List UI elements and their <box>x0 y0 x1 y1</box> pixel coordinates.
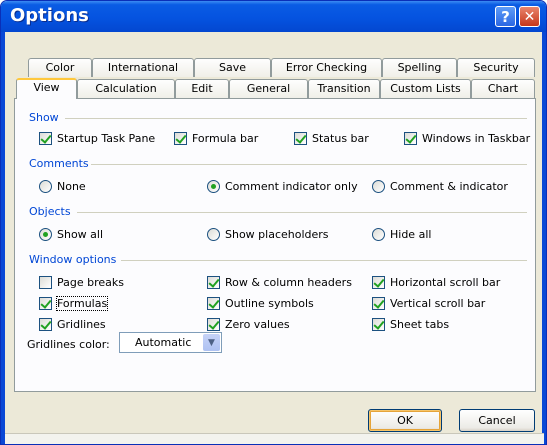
gridlines-checkbox[interactable]: Gridlines <box>39 316 106 332</box>
checkbox-label: Vertical scroll bar <box>390 296 486 310</box>
checkbox-box[interactable] <box>372 275 385 289</box>
radio-circle[interactable] <box>372 179 385 193</box>
group-divider-objects <box>77 212 527 213</box>
comments-none-radio[interactable]: None <box>39 178 86 194</box>
radio-circle[interactable] <box>207 227 220 241</box>
options-dialog: Options ? ✕ Color International Save Err… <box>0 0 547 445</box>
radio-label: Comment & indicator <box>390 179 508 193</box>
page-breaks-checkbox[interactable]: Page breaks <box>39 274 124 290</box>
group-label-comments: Comments <box>29 157 89 170</box>
chevron-down-icon[interactable]: ▼ <box>203 334 220 351</box>
group-label-show: Show <box>29 111 59 124</box>
radio-circle[interactable] <box>372 227 385 241</box>
objects-hide-all-radio[interactable]: Hide all <box>372 226 431 242</box>
checkbox-box[interactable] <box>372 317 385 331</box>
checkbox-box[interactable] <box>207 275 220 289</box>
comment-and-indicator-radio[interactable]: Comment & indicator <box>372 178 508 194</box>
startup-task-pane-checkbox[interactable]: Startup Task Pane <box>39 130 155 146</box>
gridlines-color-value: Automatic <box>135 336 192 349</box>
checkbox-box[interactable] <box>404 131 417 145</box>
gridlines-color-select[interactable]: Automatic ▼ <box>119 332 222 353</box>
checkbox-label: Startup Task Pane <box>57 131 156 145</box>
checkbox-label: Horizontal scroll bar <box>390 275 501 289</box>
checkbox-label: Formulas <box>55 295 109 311</box>
comment-indicator-only-radio[interactable]: Comment indicator only <box>207 178 358 194</box>
objects-show-placeholders-radio[interactable]: Show placeholders <box>207 226 329 242</box>
checkbox-label: Windows in Taskbar <box>422 131 531 145</box>
checkbox-label: Status bar <box>312 131 369 145</box>
checkbox-label: Page breaks <box>57 275 124 289</box>
gridlines-color-label: Gridlines color: <box>27 338 110 351</box>
formulas-checkbox[interactable]: Formulas <box>39 295 109 311</box>
checkbox-label: Formula bar <box>192 131 259 145</box>
checkbox-label: Gridlines <box>57 317 106 331</box>
checkbox-box[interactable] <box>39 275 52 289</box>
group-divider-window-options <box>121 260 527 261</box>
sheet-tabs-checkbox[interactable]: Sheet tabs <box>372 316 449 332</box>
radio-label: None <box>57 179 86 193</box>
panel-content: Show Startup Task Pane Formula bar Statu… <box>1 1 546 444</box>
zero-values-checkbox[interactable]: Zero values <box>207 316 290 332</box>
radio-label: Hide all <box>390 227 432 241</box>
radio-circle[interactable] <box>39 179 52 193</box>
group-label-window-options: Window options <box>29 253 117 266</box>
group-divider-comments <box>91 164 527 165</box>
checkbox-box[interactable] <box>174 131 187 145</box>
group-label-objects: Objects <box>29 205 71 218</box>
row-column-headers-checkbox[interactable]: Row & column headers <box>207 274 352 290</box>
checkbox-box[interactable] <box>294 131 307 145</box>
checkbox-box[interactable] <box>39 131 52 145</box>
outline-symbols-checkbox[interactable]: Outline symbols <box>207 295 314 311</box>
horizontal-scroll-bar-checkbox[interactable]: Horizontal scroll bar <box>372 274 500 290</box>
objects-show-all-radio[interactable]: Show all <box>39 226 103 242</box>
status-bar-checkbox[interactable]: Status bar <box>294 130 369 146</box>
formula-bar-checkbox[interactable]: Formula bar <box>174 130 258 146</box>
checkbox-box[interactable] <box>39 317 52 331</box>
checkbox-label: Sheet tabs <box>390 317 450 331</box>
radio-circle[interactable] <box>39 227 52 241</box>
radio-label: Comment indicator only <box>225 179 358 193</box>
checkbox-label: Row & column headers <box>225 275 352 289</box>
checkbox-box[interactable] <box>207 317 220 331</box>
checkbox-box[interactable] <box>207 296 220 310</box>
vertical-scroll-bar-checkbox[interactable]: Vertical scroll bar <box>372 295 485 311</box>
group-divider-show <box>65 118 527 119</box>
windows-in-taskbar-checkbox[interactable]: Windows in Taskbar <box>404 130 530 146</box>
checkbox-label: Outline symbols <box>225 296 314 310</box>
radio-label: Show all <box>57 227 104 241</box>
checkbox-box[interactable] <box>39 296 52 310</box>
checkbox-label: Zero values <box>225 317 290 331</box>
radio-label: Show placeholders <box>225 227 329 241</box>
checkbox-box[interactable] <box>372 296 385 310</box>
radio-circle[interactable] <box>207 179 220 193</box>
